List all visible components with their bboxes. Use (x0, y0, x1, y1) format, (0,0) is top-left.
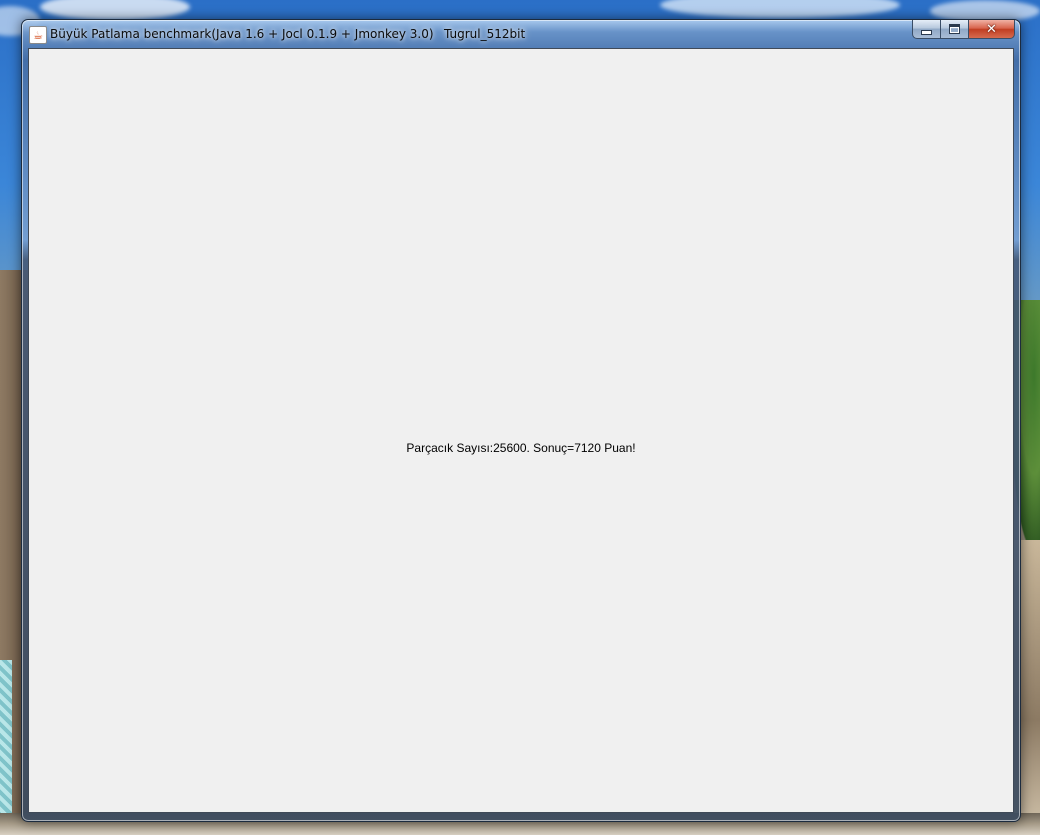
close-icon: ✕ (986, 21, 997, 37)
result-message: Parçacık Sayısı:25600. Sonuç=7120 Puan! (406, 441, 636, 455)
window-title-user: Tugrul_512bit (444, 27, 526, 41)
close-button[interactable]: ✕ (969, 20, 1015, 39)
window-titlebar[interactable]: ☕ Büyük Patlama benchmark(Java 1.6 + Joc… (22, 20, 1020, 48)
caption-buttons: ✕ (912, 20, 1015, 39)
java-cup-icon[interactable]: ☕ (29, 26, 47, 44)
desktop-background: ☕ Büyük Patlama benchmark(Java 1.6 + Joc… (0, 0, 1040, 835)
benchmark-window[interactable]: ☕ Büyük Patlama benchmark(Java 1.6 + Joc… (21, 19, 1021, 822)
window-client-area (28, 48, 1014, 813)
sky-cloud (40, 0, 190, 20)
minimize-button[interactable] (912, 20, 941, 39)
maximize-button[interactable] (941, 20, 969, 39)
window-title: Büyük Patlama benchmark(Java 1.6 + Jocl … (50, 27, 434, 41)
maximize-icon (949, 24, 960, 34)
minimize-icon (921, 29, 932, 35)
java-cup-glyph: ☕ (33, 28, 43, 42)
sky-cloud (660, 0, 900, 18)
wallpaper-rope (0, 660, 12, 835)
